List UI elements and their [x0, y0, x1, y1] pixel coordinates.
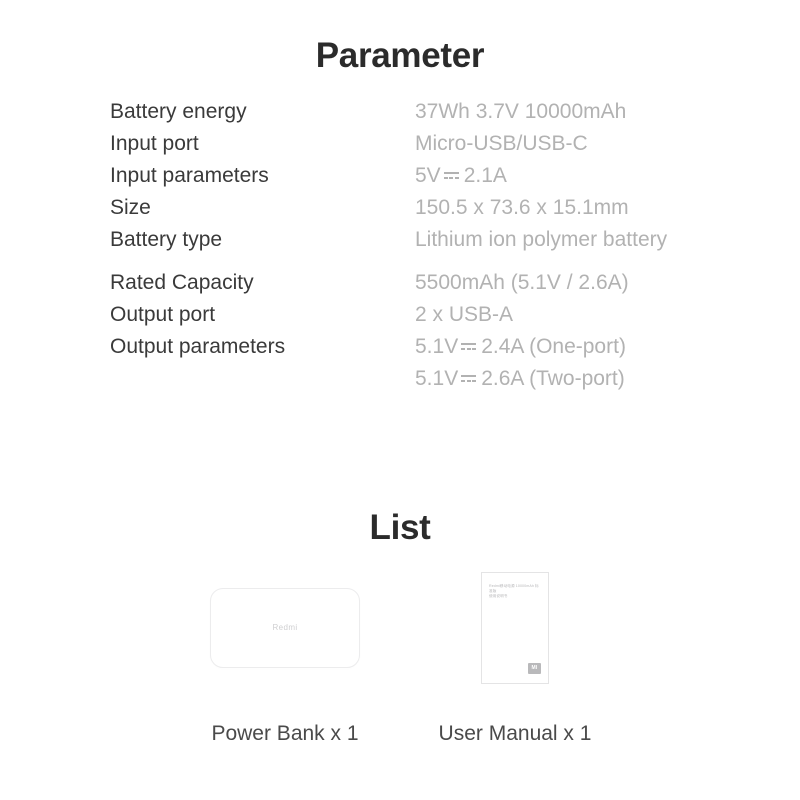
param-value: 5500mAh (5.1V / 2.6A) — [415, 271, 629, 294]
param-value-suffix: 2.1A — [463, 164, 507, 187]
param-label: Rated Capacity — [110, 271, 254, 294]
param-value: 150.5 x 73.6 x 15.1mm — [415, 196, 629, 219]
param-value: 2 x USB-A — [415, 303, 514, 326]
param-value: 5.1V 2.4A (One-port) 5.1V 2.6A (Two-port) — [415, 331, 770, 395]
param-label: Input parameters — [110, 164, 269, 187]
list-section-title: List — [369, 508, 431, 547]
manual-cover-line-one: Redmi移动电源 10000mAh 标准版 — [489, 583, 539, 593]
dc-power-icon — [443, 161, 461, 182]
dc-power-icon — [461, 364, 478, 385]
table-row: Output parameters 5.1V 2.4A (One-port) 5.… — [110, 331, 770, 395]
product-spec-page: Parameter Battery energy 37Wh 3.7V 10000… — [0, 0, 800, 800]
param-value: 5V 2.1A — [415, 160, 770, 192]
dc-power-icon — [461, 332, 478, 353]
param-label: Output parameters — [110, 335, 286, 358]
user-manual-illustration: Redmi移动电源 10000mAh 标准版 使用说明书 MI — [400, 560, 630, 695]
list-item: Redmi移动电源 10000mAh 标准版 使用说明书 MI User Man… — [400, 560, 630, 746]
table-row: Input parameters 5V 2.1A — [110, 160, 770, 192]
list-item-caption: Power Bank x 1 — [211, 722, 359, 745]
param-label: Input port — [110, 132, 199, 155]
param-label: Battery energy — [110, 100, 247, 123]
mi-logo-text: MI — [531, 665, 538, 671]
power-bank-illustration: Redmi — [170, 560, 400, 695]
list-item: Redmi Power Bank x 1 — [170, 560, 400, 746]
param-value-suffix: 2.6A (Two-port) — [481, 367, 625, 390]
param-value: Micro-USB/USB-C — [415, 132, 588, 155]
power-bank-body: Redmi — [210, 587, 360, 668]
list-item-caption: User Manual x 1 — [438, 722, 592, 745]
param-value-prefix: 5.1V — [415, 367, 459, 390]
table-row: Battery energy 37Wh 3.7V 10000mAh — [110, 96, 770, 128]
param-label: Battery type — [110, 228, 223, 251]
manual-cover-line-two: 使用说明书 — [489, 593, 508, 598]
param-value: 37Wh 3.7V 10000mAh — [415, 100, 627, 123]
manual-cover-text: Redmi移动电源 10000mAh 标准版 使用说明书 — [489, 584, 541, 599]
table-row: Battery type Lithium ion polymer battery — [110, 224, 770, 256]
parameter-section-title: Parameter — [315, 36, 485, 75]
param-value-prefix: 5.1V — [415, 335, 459, 358]
param-value-line-two: 5.1V 2.6A (Two-port) — [415, 363, 770, 395]
param-label: Size — [110, 196, 151, 219]
param-value: Lithium ion polymer battery — [415, 228, 668, 251]
user-manual-body: Redmi移动电源 10000mAh 标准版 使用说明书 MI — [481, 571, 549, 684]
param-value-suffix: 2.4A (One-port) — [481, 335, 626, 358]
power-bank-brand-label: Redmi — [272, 623, 298, 632]
parameter-table: Battery energy 37Wh 3.7V 10000mAh Input … — [110, 96, 770, 395]
param-value-line-one: 5.1V 2.4A (One-port) — [415, 331, 770, 363]
param-label: Output port — [110, 303, 216, 326]
mi-logo-icon: MI — [528, 662, 541, 674]
list-items-row: Redmi Power Bank x 1 Redmi移动电源 10000mAh … — [0, 560, 800, 746]
table-row: Input port Micro-USB/USB-C — [110, 128, 770, 160]
param-value-prefix: 5V — [415, 164, 441, 187]
table-row: Output port 2 x USB-A — [110, 299, 770, 331]
table-row: Size 150.5 x 73.6 x 15.1mm — [110, 192, 770, 224]
table-row: Rated Capacity 5500mAh (5.1V / 2.6A) — [110, 267, 770, 299]
